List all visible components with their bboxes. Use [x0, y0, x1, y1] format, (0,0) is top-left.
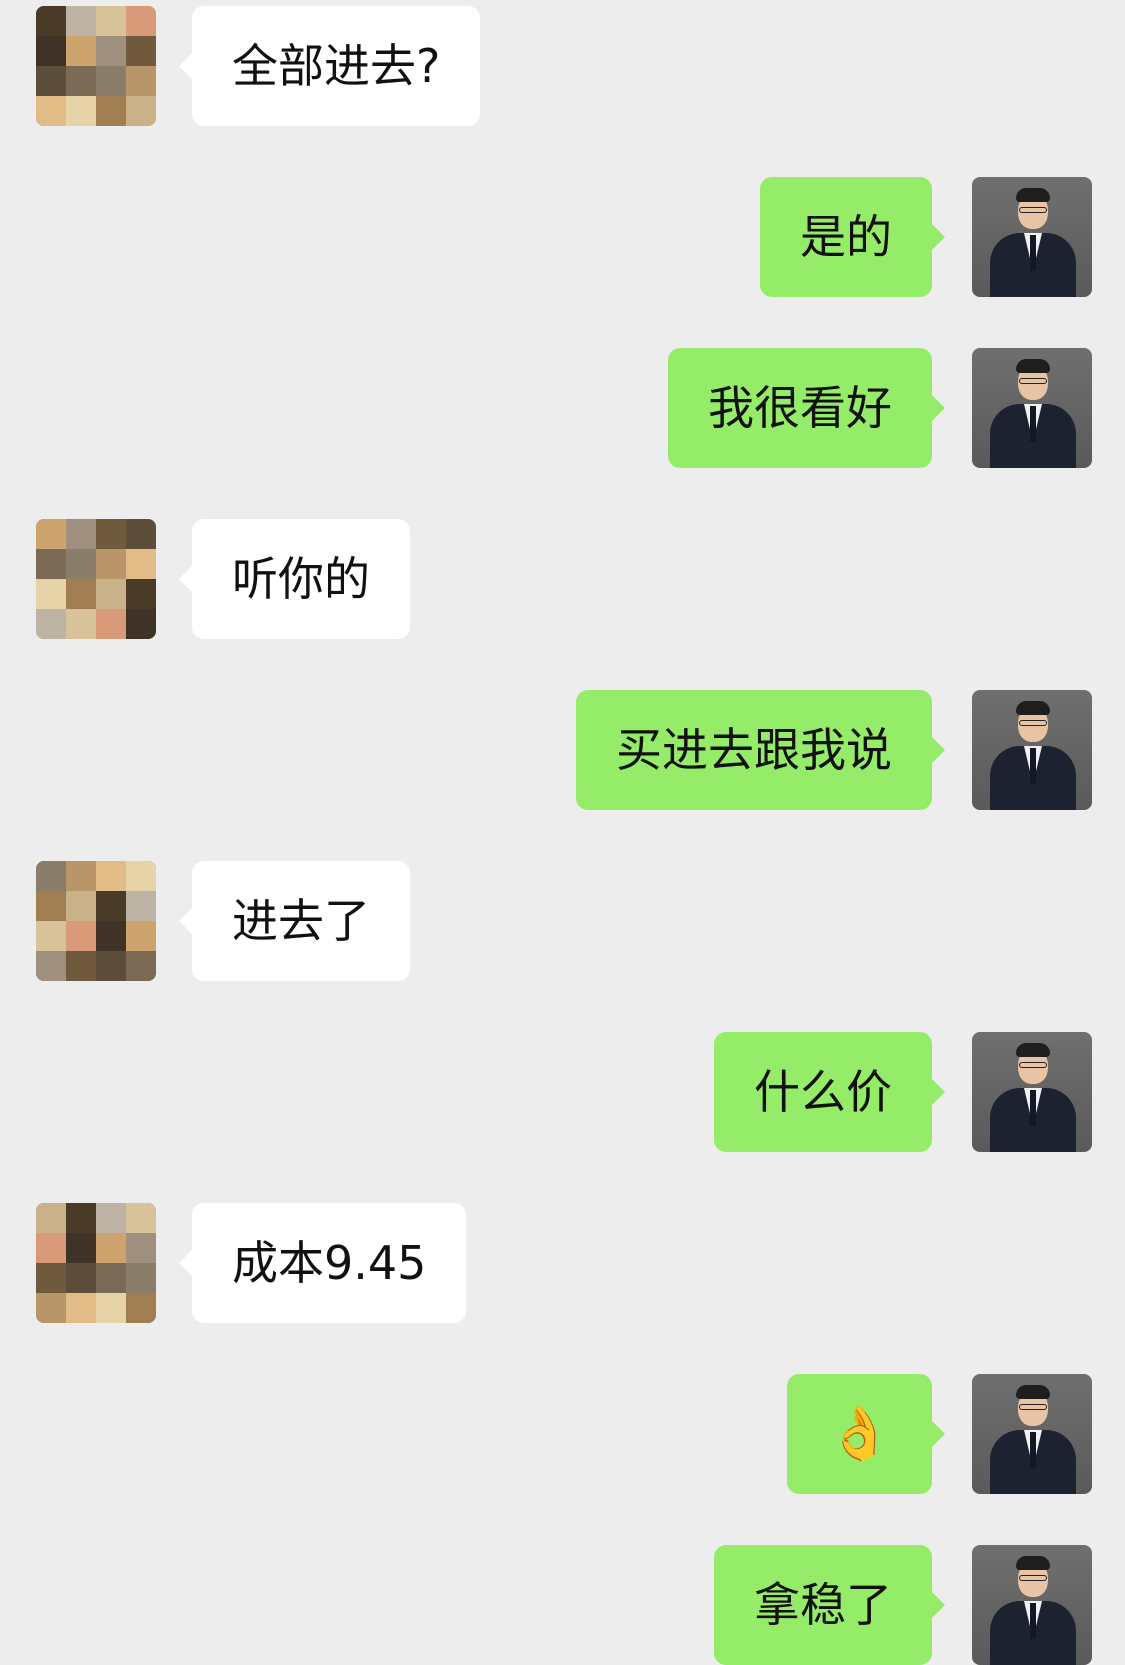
avatar-self[interactable] [972, 1032, 1092, 1152]
message-bubble-outgoing[interactable]: 什么价 [714, 1032, 945, 1152]
avatar-self[interactable] [972, 1374, 1092, 1494]
message-row-outgoing: 什么价 [0, 1032, 1125, 1152]
message-row-outgoing: 👌 [0, 1374, 1125, 1494]
avatar-self[interactable] [972, 1545, 1092, 1665]
message-row-incoming: 听你的 [0, 519, 1125, 639]
message-bubble-incoming[interactable]: 成本9.45 [178, 1203, 467, 1323]
message-bubble-incoming[interactable]: 全部进去? [178, 6, 481, 126]
avatar-other[interactable] [36, 861, 156, 981]
message-row-outgoing: 我很看好 [0, 348, 1125, 468]
message-bubble-outgoing[interactable]: 拿稳了 [714, 1545, 945, 1665]
message-bubble-outgoing[interactable]: 我很看好 [668, 348, 945, 468]
message-row-incoming: 成本9.45 [0, 1203, 1125, 1323]
message-row-outgoing: 是的 [0, 177, 1125, 297]
message-bubble-outgoing[interactable]: 是的 [760, 177, 945, 297]
message-bubble-incoming[interactable]: 听你的 [179, 519, 410, 639]
message-bubble-outgoing-emoji[interactable]: 👌 [787, 1374, 945, 1494]
avatar-other[interactable] [36, 1203, 156, 1323]
avatar-other[interactable] [36, 6, 156, 126]
avatar-self[interactable] [972, 177, 1092, 297]
message-bubble-outgoing[interactable]: 买进去跟我说 [576, 690, 945, 810]
avatar-self[interactable] [972, 690, 1092, 810]
chat-area: 全部进去? 是的 我很看好 听你的 买进去跟我说 进去了 什么价 成本9.45 … [0, 0, 1125, 1665]
avatar-other[interactable] [36, 519, 156, 639]
message-row-incoming: 全部进去? [0, 6, 1125, 126]
message-row-outgoing: 拿稳了 [0, 1545, 1125, 1665]
message-row-outgoing: 买进去跟我说 [0, 690, 1125, 810]
message-bubble-incoming[interactable]: 进去了 [179, 861, 410, 981]
message-row-incoming: 进去了 [0, 861, 1125, 981]
avatar-self[interactable] [972, 348, 1092, 468]
